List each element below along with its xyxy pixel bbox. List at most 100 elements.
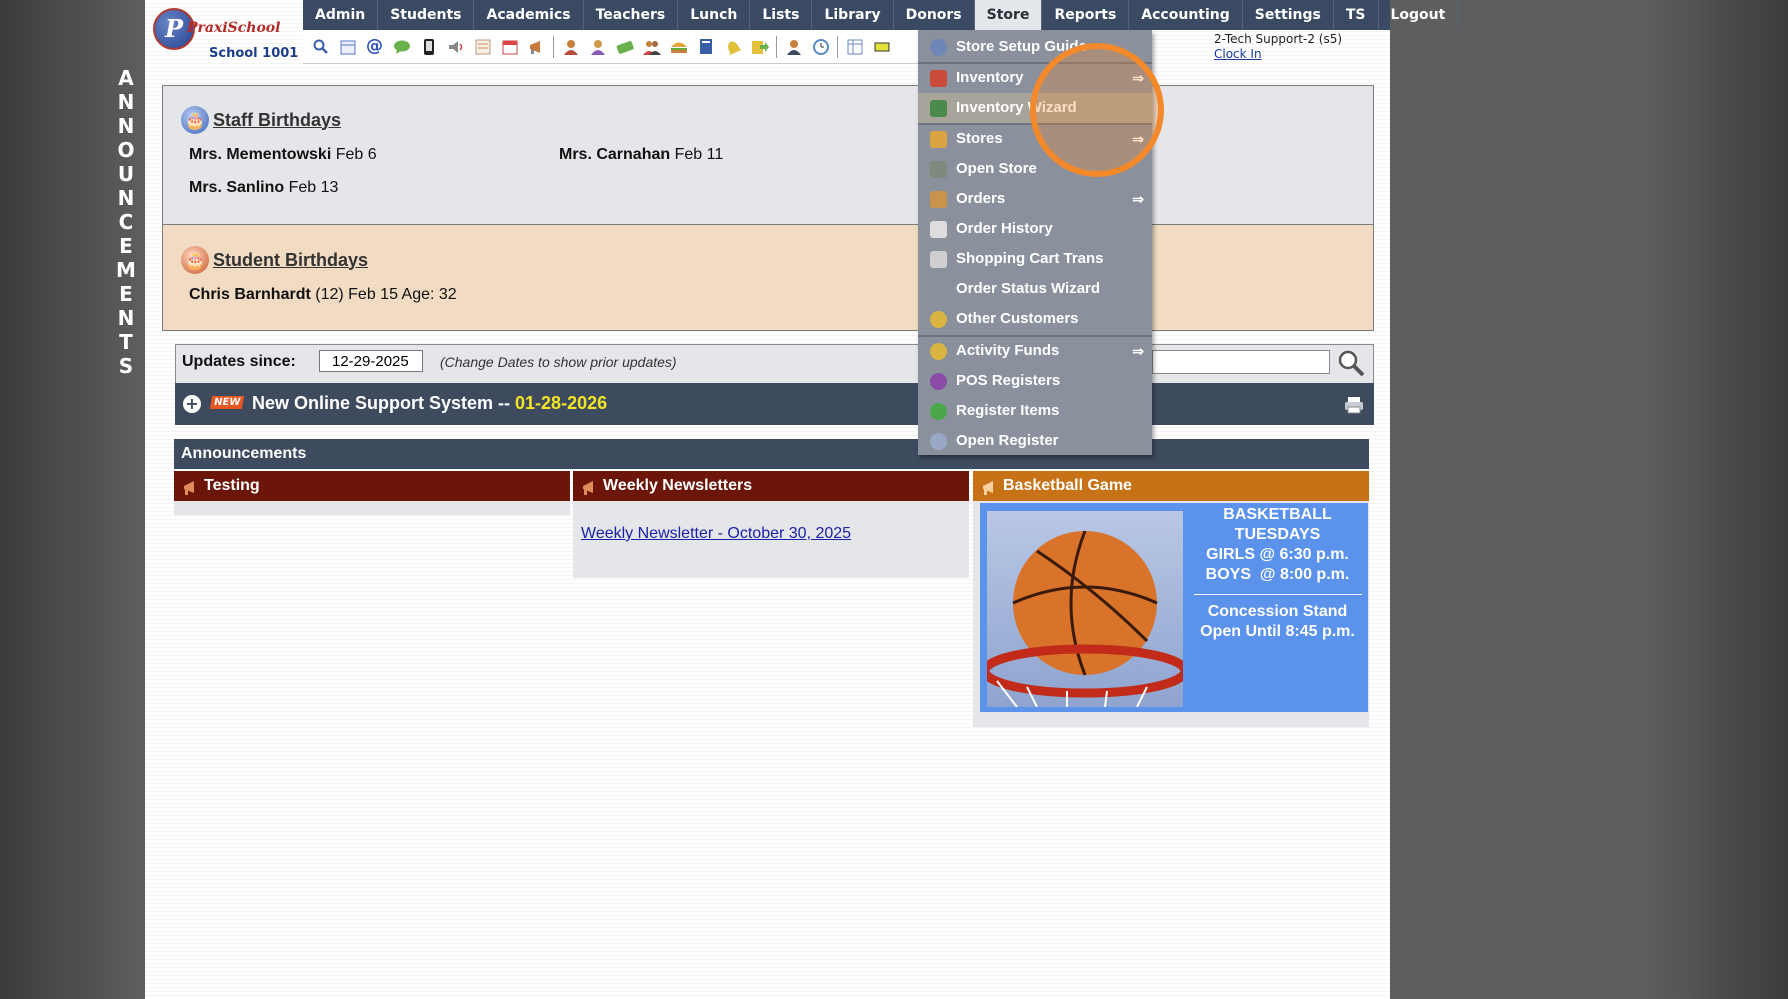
menu-item-stores[interactable]: Stores ⇒ <box>918 124 1152 154</box>
newsletter-link[interactable]: Weekly Newsletter - October 30, 2025 <box>581 525 851 543</box>
nav-logout[interactable]: Logout <box>1379 0 1459 30</box>
people-icon[interactable] <box>642 37 661 56</box>
printer-icon[interactable] <box>1344 396 1364 414</box>
menu-item-register-items[interactable]: Register Items <box>918 396 1152 426</box>
testing-panel <box>174 501 570 515</box>
column-title: Weekly Newsletters <box>603 477 753 494</box>
flyer-line: TUESDAYS <box>1234 526 1321 543</box>
basketball-image <box>987 511 1183 707</box>
staff-birthdays-header[interactable]: 🎂 Staff Birthdays <box>181 106 341 134</box>
nav-settings[interactable]: Settings <box>1243 0 1334 30</box>
menu-item-label: POS Registers <box>956 372 1061 389</box>
email-icon[interactable]: @ <box>365 37 384 56</box>
user-name: 2-Tech Support-2 (s5) <box>1214 32 1343 46</box>
letter: E <box>119 282 133 306</box>
announcement-column-header: Basketball Game <box>973 471 1369 501</box>
staff-birthday-entry: Mrs. Carnahan Feb 11 <box>559 146 723 164</box>
birthday-date: Feb 11 <box>674 146 724 163</box>
menu-item-label: Order History <box>956 220 1053 237</box>
menu-item-inventory-wizard[interactable]: Inventory Wizard <box>918 93 1152 123</box>
nav-store[interactable]: Store <box>974 0 1043 30</box>
updates-date-input[interactable]: 12-29-2025 <box>319 350 423 372</box>
letter: T <box>119 330 133 354</box>
wizard-icon <box>930 100 947 117</box>
student-birthdays-header[interactable]: 🎂 Student Birthdays <box>181 246 368 274</box>
nav-students[interactable]: Students <box>378 0 475 30</box>
money-icon[interactable] <box>615 37 634 56</box>
menu-item-shopping-cart-trans[interactable]: Shopping Cart Trans <box>918 244 1152 274</box>
flyer-divider <box>1193 594 1362 595</box>
menu-item-other-customers[interactable]: Other Customers <box>918 304 1152 334</box>
form-icon[interactable] <box>473 37 492 56</box>
nav-ts[interactable]: TS <box>1334 0 1379 30</box>
menu-item-label: Register Items <box>956 402 1060 419</box>
menu-item-activity-funds[interactable]: Activity Funds ⇒ <box>918 336 1152 366</box>
person-name: Mrs. Mementowski <box>189 146 332 163</box>
nav-reports[interactable]: Reports <box>1042 0 1130 30</box>
event-calendar-icon[interactable] <box>500 37 519 56</box>
lunch-icon[interactable] <box>669 37 688 56</box>
student-add-icon[interactable] <box>561 37 580 56</box>
menu-item-store-setup-guide[interactable]: Store Setup Guide <box>918 32 1152 62</box>
search-icon[interactable] <box>1336 348 1366 378</box>
menu-item-pos-registers[interactable]: POS Registers <box>918 366 1152 396</box>
menu-item-open-store[interactable]: Open Store <box>918 154 1152 184</box>
flyer-line: Concession Stand <box>1207 603 1348 620</box>
staff-birthdays-title[interactable]: Staff Birthdays <box>213 110 341 131</box>
menu-item-order-history[interactable]: Order History <box>918 214 1152 244</box>
bell-icon[interactable] <box>723 37 742 56</box>
export-icon[interactable] <box>750 37 769 56</box>
chat-icon[interactable] <box>392 37 411 56</box>
school-name: School 1001 <box>209 46 299 61</box>
nav-library[interactable]: Library <box>812 0 894 30</box>
admin-user-icon[interactable] <box>784 37 803 56</box>
phone-icon[interactable] <box>419 37 438 56</box>
letter: M <box>116 258 136 282</box>
updates-search-input[interactable] <box>1152 350 1330 374</box>
nav-academics[interactable]: Academics <box>474 0 584 30</box>
news-item-bar: + NEW New Online Support System -- 01-28… <box>175 383 1374 425</box>
nav-donors[interactable]: Donors <box>894 0 975 30</box>
nav-teachers[interactable]: Teachers <box>584 0 679 30</box>
table-icon[interactable] <box>845 37 864 56</box>
birthday-cake-icon: 🎂 <box>181 106 209 134</box>
cash-icon <box>930 161 947 178</box>
setup-guide-icon <box>930 39 947 56</box>
letter: A <box>118 66 134 90</box>
letter: N <box>117 114 135 138</box>
praxischool-logo[interactable]: P PraxiSchool School 1001 <box>147 2 301 64</box>
megaphone-icon <box>580 477 598 495</box>
menu-item-orders[interactable]: Orders ⇒ <box>918 184 1152 214</box>
calendar-icon[interactable] <box>338 37 357 56</box>
nav-admin[interactable]: Admin <box>303 0 379 30</box>
menu-item-inventory[interactable]: Inventory ⇒ <box>918 63 1152 93</box>
announcements-header: Announcements <box>174 439 1369 469</box>
announcements-vertical-label: A N N O U N C E M E N T S <box>112 66 140 378</box>
user-info: 2-Tech Support-2 (s5) Clock In <box>1214 32 1342 61</box>
expand-plus-icon[interactable]: + <box>183 395 201 413</box>
news-title[interactable]: New Online Support System -- 01-28-2026 <box>252 393 607 414</box>
nav-lunch[interactable]: Lunch <box>678 0 751 30</box>
clock-icon[interactable] <box>811 37 830 56</box>
new-badge: NEW <box>209 396 245 409</box>
staff-icon[interactable] <box>588 37 607 56</box>
menu-item-open-register[interactable]: Open Register <box>918 426 1152 456</box>
menu-item-order-status-wizard[interactable]: Order Status Wizard <box>918 274 1152 304</box>
bar-icon[interactable] <box>872 37 891 56</box>
nav-accounting[interactable]: Accounting <box>1129 0 1243 30</box>
book-icon[interactable] <box>696 37 715 56</box>
letter: E <box>119 234 133 258</box>
student-birthdays-title[interactable]: Student Birthdays <box>213 250 368 271</box>
updates-hint: (Change Dates to show prior updates) <box>440 354 677 370</box>
megaphone-icon <box>980 477 998 495</box>
search-icon[interactable] <box>311 37 330 56</box>
submenu-arrow-icon: ⇒ <box>1132 343 1144 359</box>
megaphone-icon[interactable] <box>527 37 546 56</box>
letter: N <box>117 306 135 330</box>
store-dropdown-menu: Store Setup Guide Inventory ⇒ Inventory … <box>918 30 1152 455</box>
updates-since-label: Updates since: <box>182 353 296 370</box>
nav-lists[interactable]: Lists <box>750 0 813 30</box>
clock-in-link[interactable]: Clock In <box>1214 47 1342 61</box>
student-birthdays-panel: 🎂 Student Birthdays Chris Barnhardt (12)… <box>162 224 1374 331</box>
speaker-icon[interactable] <box>446 37 465 56</box>
